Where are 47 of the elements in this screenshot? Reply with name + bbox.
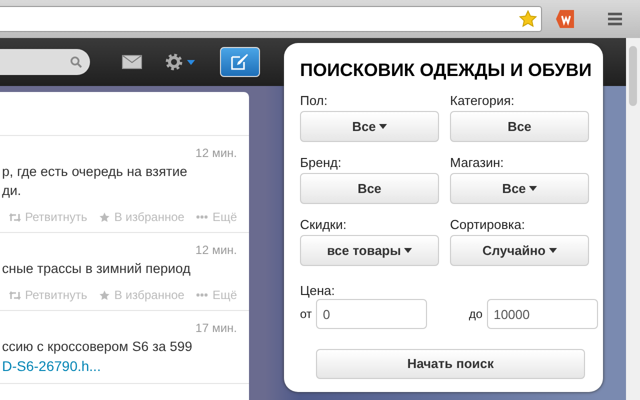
extension-icon[interactable] [556, 10, 576, 28]
pen-icon [231, 54, 249, 70]
star-icon[interactable] [519, 10, 537, 28]
tweet-text: ссию с кроссовером S6 за 599 [2, 338, 194, 356]
price-from-field[interactable]: 0 [316, 299, 427, 329]
filter-label: Магазин: [450, 156, 505, 170]
compose-button[interactable] [220, 47, 260, 77]
dots-icon [196, 215, 208, 219]
tweet-link[interactable]: D-S6-26790.h... [2, 356, 237, 377]
filter-label: Категория: [450, 94, 516, 108]
price-label: Цена: [300, 284, 336, 298]
retweet-icon [9, 290, 21, 300]
tweet-text: р, где есть очередь на взятие ди. [2, 163, 188, 200]
dropdown-button[interactable]: Все [300, 111, 439, 142]
tweet-time: 12 мин. [194, 242, 237, 259]
caret-icon[interactable] [187, 60, 195, 64]
star-icon [99, 290, 110, 300]
tweet-time: 17 мин. [194, 320, 237, 337]
filter-label: Пол: [300, 94, 328, 108]
address-bar[interactable] [0, 6, 542, 32]
dots-icon [196, 293, 208, 297]
menu-icon[interactable] [608, 12, 622, 26]
filter-label: Бренд: [300, 156, 342, 170]
tweet-time: 12 мин. [194, 145, 237, 162]
caret-icon [404, 248, 412, 253]
filter-label: Скидки: [300, 218, 348, 232]
dropdown-button[interactable]: все товары [300, 235, 439, 266]
from-label: от [300, 306, 312, 323]
tweet-text: сные трассы в зимний период [2, 260, 192, 278]
star-icon [99, 212, 110, 222]
dropdown-button[interactable]: Все [450, 111, 589, 142]
search-button[interactable]: Начать поиск [316, 349, 585, 379]
search-icon [70, 56, 82, 68]
to-label: до [468, 306, 483, 323]
dropdown-button[interactable]: Все [450, 173, 589, 204]
dropdown-button[interactable]: Случайно [450, 235, 589, 266]
scrollbar[interactable] [626, 38, 640, 400]
envelope-icon[interactable] [122, 55, 142, 69]
caret-icon [528, 186, 537, 191]
search-field[interactable] [0, 49, 90, 75]
gear-icon[interactable] [164, 52, 184, 72]
price-to-field[interactable]: 10000 [486, 299, 598, 329]
filter-label: Сортировка: [450, 218, 526, 232]
caret-icon [378, 124, 387, 129]
retweet-icon [9, 212, 21, 222]
caret-icon [548, 248, 557, 253]
dropdown-button[interactable]: Все [300, 173, 439, 204]
